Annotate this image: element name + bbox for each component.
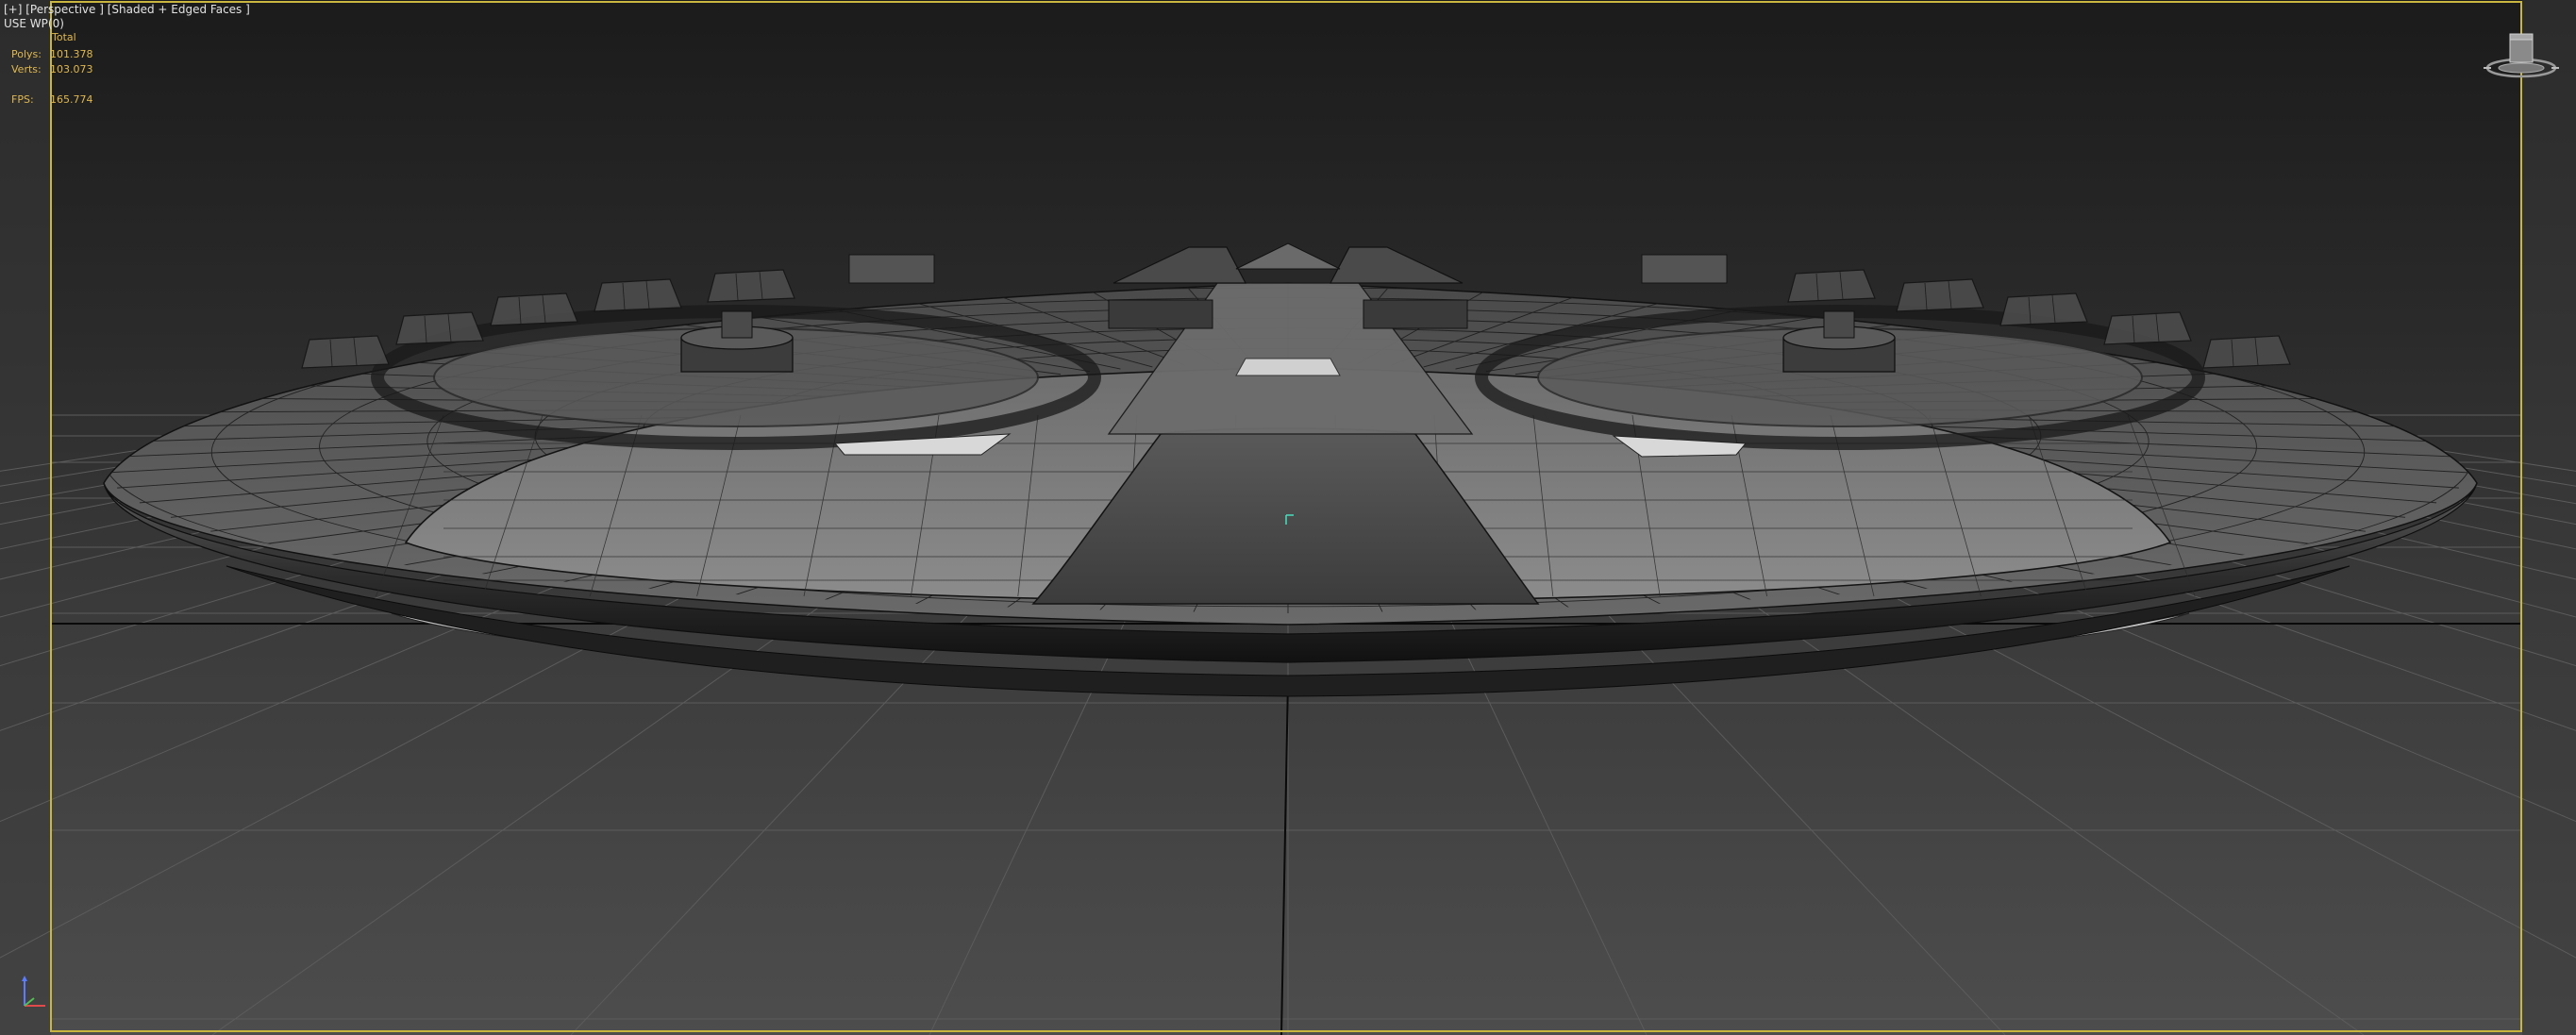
rim-pod <box>1999 292 2088 326</box>
rim-pod <box>395 311 484 345</box>
left-gutter <box>0 0 51 1035</box>
rim-pod <box>1896 278 1984 312</box>
rim-pod <box>2103 311 2192 345</box>
rim-pod <box>2202 335 2291 369</box>
viewport-label-menu[interactable]: [+] [Perspective ] [Shaded + Edged Faces… <box>4 3 250 16</box>
rim-pod <box>301 335 390 369</box>
rim-pod <box>1787 269 1876 303</box>
polys-value: 101.378 <box>50 48 93 60</box>
right-gutter <box>2522 0 2576 1035</box>
rim-pod <box>594 278 682 312</box>
perspective-viewport[interactable]: [+] [Perspective ] [Shaded + Edged Faces… <box>0 0 2576 1035</box>
polys-label: Polys: <box>11 48 42 60</box>
fps-label: FPS: <box>11 93 34 106</box>
workplane-label[interactable]: USE WP(0) <box>4 17 64 30</box>
fps-value: 165.774 <box>50 93 93 106</box>
rim-pod <box>490 292 578 326</box>
viewcube-icon[interactable] <box>2482 28 2561 85</box>
rim-pod <box>707 269 795 303</box>
verts-value: 103.073 <box>50 63 93 75</box>
axis-tripod-icon <box>22 976 45 1007</box>
verts-label: Verts: <box>11 63 42 75</box>
stats-header: Total <box>52 31 76 43</box>
viewport-scene[interactable] <box>0 0 2576 1035</box>
spine-glow <box>1235 358 1341 376</box>
